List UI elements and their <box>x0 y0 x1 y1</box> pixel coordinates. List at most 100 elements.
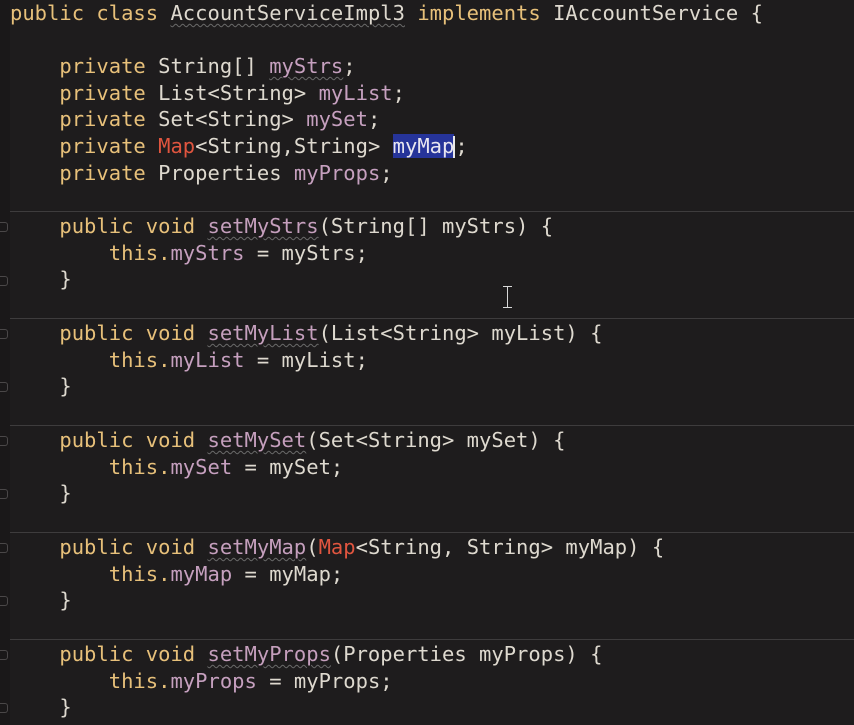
field-name: myStrs <box>269 54 344 78</box>
method-signature-setmylist[interactable]: public void setMyList(List<String> myLis… <box>10 320 602 346</box>
assignment: = myProps; <box>256 669 393 693</box>
method-body-line[interactable]: this.myList = myList; <box>10 347 368 373</box>
fold-marker-icon[interactable] <box>0 596 8 606</box>
method-body-line[interactable]: this.myProps = myProps; <box>10 668 393 694</box>
field-modifier: private <box>59 161 146 185</box>
method-body-line[interactable]: this.myMap = myMap; <box>10 561 344 587</box>
field-line-myprops[interactable]: private Properties myProps; <box>10 160 393 186</box>
fold-marker-icon[interactable] <box>0 543 8 553</box>
method-keywords: public void <box>59 321 196 345</box>
method-keywords: public void <box>59 642 196 666</box>
param-type-error: Map <box>318 535 356 559</box>
field-type: String[] <box>158 54 257 78</box>
close-brace: } <box>59 588 72 612</box>
method-signature-setmystrs[interactable]: public void setMyStrs(String[] myStrs) { <box>10 213 553 239</box>
semicolon: ; <box>392 81 405 105</box>
field-line-myset[interactable]: private Set<String> mySet; <box>10 106 380 132</box>
this-keyword: this. <box>108 348 171 372</box>
method-close-line[interactable]: } <box>10 587 72 613</box>
semicolon: ; <box>455 134 468 158</box>
close-brace: } <box>59 267 72 291</box>
method-signature-setmymap[interactable]: public void setMyMap(Map<String, String>… <box>10 534 664 560</box>
fold-marker-icon[interactable] <box>0 382 8 392</box>
close-brace: } <box>59 481 72 505</box>
fold-marker-icon[interactable] <box>0 222 8 232</box>
open-paren: ( <box>306 535 319 559</box>
this-keyword: this. <box>108 669 171 693</box>
interface-name: IAccountService <box>553 1 739 25</box>
field-type-error: Map <box>158 134 196 158</box>
field-modifier: private <box>59 54 146 78</box>
method-keywords: public void <box>59 428 196 452</box>
method-separator <box>10 425 854 426</box>
code-editor[interactable]: public class AccountServiceImpl3 impleme… <box>0 0 854 725</box>
field-name: mySet <box>306 107 368 131</box>
assignment: = myStrs; <box>244 241 368 265</box>
fold-marker-icon[interactable] <box>0 489 8 499</box>
field-modifier: private <box>59 134 146 158</box>
method-keywords: public void <box>59 214 196 238</box>
method-separator <box>10 211 854 212</box>
selected-field-name[interactable]: myMap <box>392 134 455 158</box>
method-close-line[interactable]: } <box>10 266 72 292</box>
semicolon: ; <box>380 161 393 185</box>
ibeam-cursor-icon <box>502 285 514 309</box>
method-signature-setmyset[interactable]: public void setMySet(Set<String> mySet) … <box>10 427 565 453</box>
method-separator <box>10 639 854 640</box>
method-name: setMyMap <box>207 535 307 559</box>
fold-marker-icon[interactable] <box>0 650 8 660</box>
method-close-line[interactable]: } <box>10 694 72 720</box>
field-line-mymap[interactable]: private Map<String,String> myMap; <box>10 133 468 159</box>
assignment: = myList; <box>244 348 368 372</box>
field-modifier: private <box>59 107 146 131</box>
this-keyword: this. <box>108 241 171 265</box>
open-brace: { <box>750 1 763 25</box>
method-body-line[interactable]: this.myStrs = myStrs; <box>10 240 368 266</box>
field-type: List<String> <box>158 81 307 105</box>
method-body-line[interactable]: this.mySet = mySet; <box>10 454 344 480</box>
method-name: setMyProps <box>207 642 331 666</box>
assigned-field: myStrs <box>170 241 245 265</box>
fold-marker-icon[interactable] <box>0 436 8 446</box>
assignment: = mySet; <box>232 455 344 479</box>
keyword-implements: implements <box>417 1 541 25</box>
field-type: Properties <box>158 161 282 185</box>
fold-marker-icon[interactable] <box>0 329 8 339</box>
field-type: Set<String> <box>158 107 294 131</box>
method-name: setMySet <box>207 428 307 452</box>
assigned-field: myMap <box>170 562 233 586</box>
this-keyword: this. <box>108 455 171 479</box>
field-modifier: private <box>59 81 146 105</box>
field-name: myList <box>318 81 393 105</box>
semicolon: ; <box>343 54 356 78</box>
class-declaration-line[interactable]: public class AccountServiceImpl3 impleme… <box>10 0 763 26</box>
field-line-mystrs[interactable]: private String[] myStrs; <box>10 53 356 79</box>
field-line-mylist[interactable]: private List<String> myList; <box>10 80 405 106</box>
method-close-line[interactable]: } <box>10 373 72 399</box>
method-params: (Properties myProps) { <box>330 642 603 666</box>
method-params: (String[] myStrs) { <box>318 214 554 238</box>
class-name: AccountServiceImpl3 <box>170 1 405 25</box>
method-keywords: public void <box>59 535 196 559</box>
close-brace: } <box>59 374 72 398</box>
method-params: <String, String> myMap) { <box>355 535 665 559</box>
close-brace: } <box>59 695 72 719</box>
assigned-field: myList <box>170 348 245 372</box>
assigned-field: myProps <box>170 669 257 693</box>
editor-gutter <box>0 0 10 725</box>
this-keyword: this. <box>108 562 171 586</box>
method-name: setMyList <box>207 321 319 345</box>
keyword-class: class <box>96 1 159 25</box>
method-name: setMyStrs <box>207 214 319 238</box>
fold-marker-icon[interactable] <box>0 276 8 286</box>
keyword-public: public <box>10 1 85 25</box>
assigned-field: mySet <box>170 455 233 479</box>
method-close-line[interactable]: } <box>10 480 72 506</box>
fold-marker-icon[interactable] <box>0 703 8 713</box>
method-separator <box>10 532 854 533</box>
method-params: (List<String> myList) { <box>318 321 603 345</box>
method-signature-setmyprops[interactable]: public void setMyProps(Properties myProp… <box>10 641 602 667</box>
semicolon: ; <box>367 107 381 131</box>
method-separator <box>10 318 854 319</box>
method-params: (Set<String> mySet) { <box>306 428 566 452</box>
